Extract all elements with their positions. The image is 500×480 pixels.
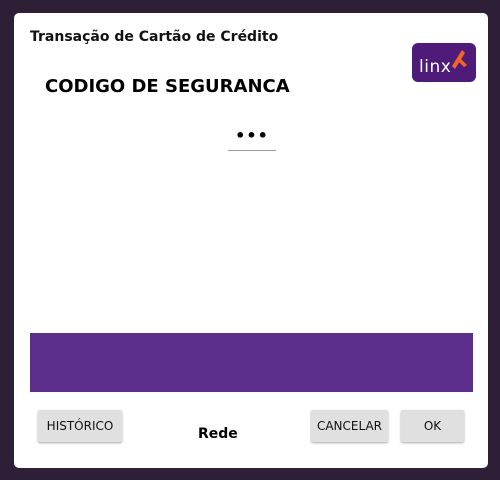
dialog-title: Transação de Cartão de Crédito [30,29,279,45]
acquirer-label: Rede [198,426,238,442]
info-banner [30,333,473,392]
linx-mark-icon [452,50,467,69]
credit-card-transaction-dialog: Transação de Cartão de Crédito linx CODI… [14,13,488,468]
cancel-button[interactable]: CANCELAR [311,410,388,442]
security-code-input[interactable] [228,120,276,151]
logo-text: linx [419,57,452,77]
linx-logo: linx [412,43,476,82]
history-button[interactable]: HISTÓRICO [38,410,122,442]
security-code-label: CODIGO DE SEGURANCA [45,76,290,97]
ok-button[interactable]: OK [401,410,464,442]
